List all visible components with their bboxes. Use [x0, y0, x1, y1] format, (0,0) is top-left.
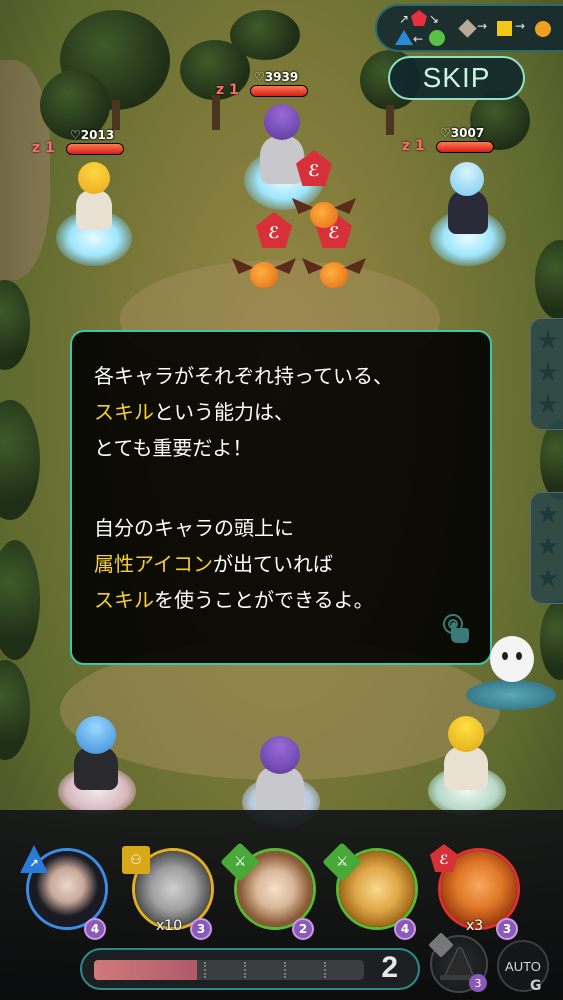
wind-circle-icon: [429, 30, 445, 46]
enemy-level: z 1: [32, 140, 55, 156]
tree: [0, 540, 40, 660]
enemy-hp-bar: [250, 85, 308, 97]
tree-trunk: [212, 95, 220, 130]
special-level-badge: 3: [469, 974, 487, 992]
party-level-badge: 3: [496, 918, 518, 940]
star-icon: ★: [536, 358, 560, 388]
gauge-track: [94, 960, 364, 980]
gauge-tick: [204, 962, 206, 978]
party-level-badge: 4: [84, 918, 106, 940]
tree: [535, 240, 563, 320]
dark-circle-icon: [535, 21, 551, 37]
dialog-line: とても重要だよ！: [94, 436, 253, 460]
unit-count: x10: [156, 918, 183, 934]
star-tab-top[interactable]: ★ ★ ★: [530, 318, 563, 430]
dialog-highlight: 属性アイコン: [94, 552, 213, 576]
enemy-hp-fill: [67, 144, 123, 154]
tree: [230, 10, 300, 60]
star-icon: ★: [536, 326, 560, 356]
star-icon: ★: [536, 500, 560, 530]
enemy-hp-value: ♡3939: [254, 70, 299, 84]
light-square-icon: [497, 21, 512, 36]
dialog-line: 属性アイコンが出ていれば: [94, 552, 333, 576]
skip-button[interactable]: SKIP: [388, 56, 525, 100]
tree: [540, 420, 563, 500]
water-triangle-icon: [395, 30, 413, 45]
star-icon: ★: [536, 564, 560, 594]
dialog-line: 各キャラがそれぞれ持っている、: [94, 364, 393, 388]
gauge-tick: [324, 962, 326, 978]
summon-group-icon: ⚇: [122, 846, 150, 874]
gauge-value: 2: [381, 951, 398, 984]
neutral-diamond-icon: [458, 19, 477, 38]
cycle-arrow-icon: ↘: [429, 12, 440, 26]
dialog-line: スキルという能力は、: [94, 400, 294, 424]
star-tab-bottom[interactable]: ★ ★ ★: [530, 492, 563, 604]
tree: [540, 600, 563, 680]
enemy-hp-bar: [66, 143, 124, 155]
enemy-hp-fill: [251, 86, 307, 96]
dialog-line: スキルを使うことができるよ。: [94, 588, 374, 612]
enemy-hp-bar: [436, 141, 494, 153]
fire-pentagon-icon: [411, 10, 427, 26]
enemy-level: z 1: [402, 138, 425, 154]
fire-bat-enemy[interactable]: [302, 256, 366, 296]
dialog-highlight: スキル: [94, 400, 154, 424]
cycle-arrow-icon: ↗: [399, 12, 410, 26]
tree: [0, 400, 40, 520]
site-logo-g-icon: G: [530, 978, 542, 994]
enemy-hp-fill: [437, 142, 493, 152]
enemy-hp-value: ♡3007: [440, 126, 485, 140]
unit-count: x3: [466, 918, 484, 934]
arrow-right-icon: →: [515, 19, 526, 33]
star-icon: ★: [536, 390, 560, 420]
party-level-badge: 4: [394, 918, 416, 940]
gauge-tick: [284, 962, 286, 978]
tutorial-dialog[interactable]: 各キャラがそれぞれ持っている、 スキルという能力は、 とても重要だよ！ 自分のキ…: [70, 330, 492, 665]
skill-gauge: 2: [80, 948, 420, 990]
tree-trunk: [112, 100, 120, 130]
tree-trunk: [386, 105, 394, 135]
gauge-tick: [244, 962, 246, 978]
tree: [0, 660, 30, 760]
dialog-highlight: スキル: [94, 588, 154, 612]
party-level-badge: 3: [190, 918, 212, 940]
tap-hand-icon: [443, 614, 469, 643]
fire-bat-enemy[interactable]: [232, 256, 296, 296]
party-level-badge: 2: [292, 918, 314, 940]
gauge-fill: [94, 960, 197, 980]
fire-bat-enemy[interactable]: [292, 196, 356, 236]
star-icon: ★: [536, 532, 560, 562]
element-cycle-panel: ↗ ↘ ← → →: [375, 4, 563, 52]
enemy-hp-value: ♡2013: [70, 128, 115, 142]
cycle-arrow-icon: ←: [413, 32, 424, 46]
arrow-right-icon: →: [477, 19, 488, 33]
dialog-line: 自分のキャラの頭上に: [94, 516, 294, 540]
enemy-level: z 1: [216, 82, 239, 98]
tree: [0, 280, 30, 370]
